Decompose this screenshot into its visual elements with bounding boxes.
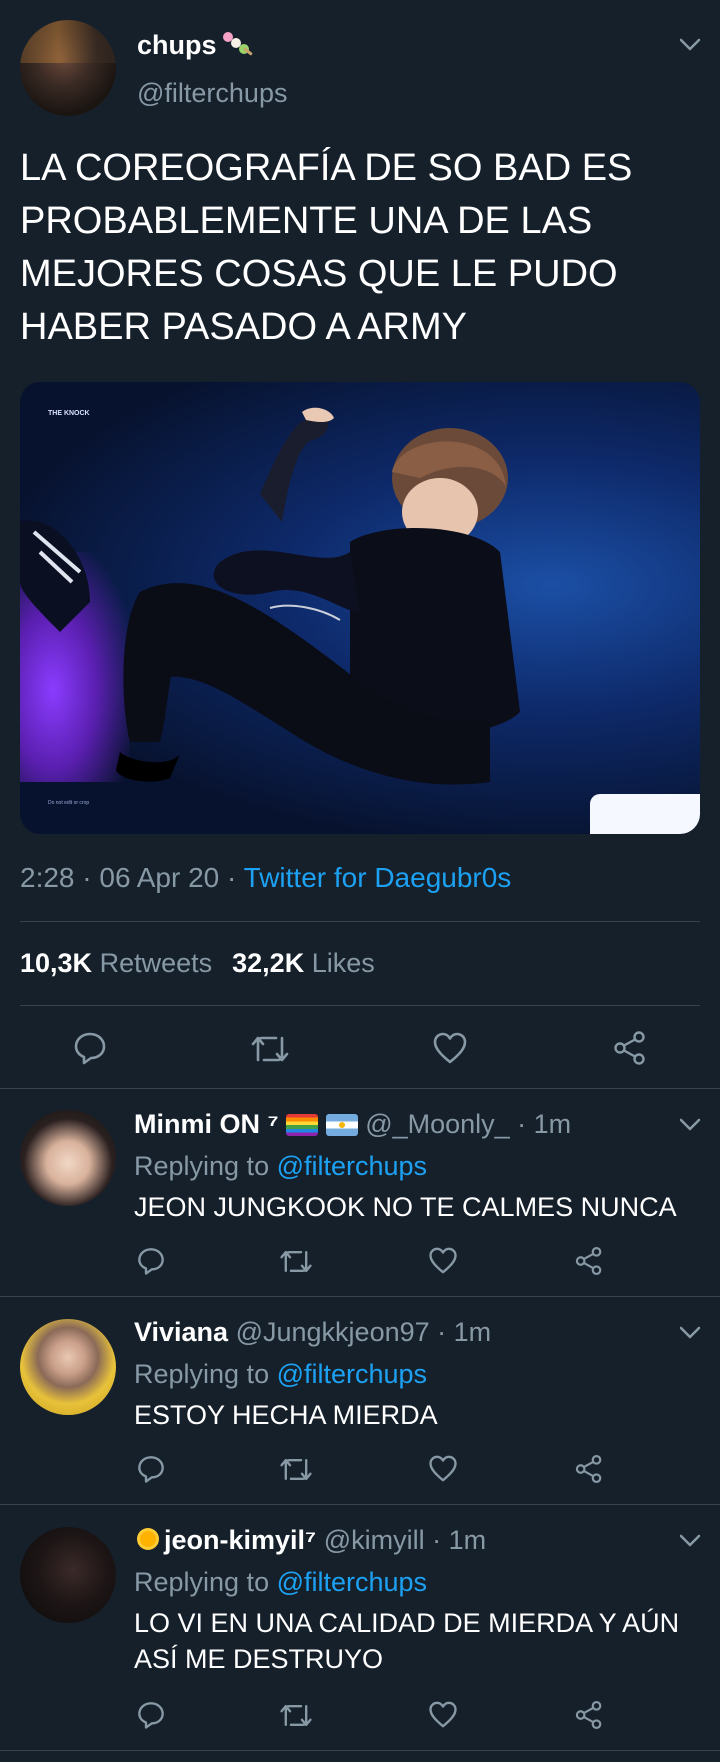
- argentina-flag-icon: [325, 1114, 358, 1136]
- reply-time: · 1m: [429, 1317, 492, 1347]
- author-handle[interactable]: @kimyill: [324, 1525, 425, 1555]
- tweet-actions: [0, 1020, 720, 1076]
- reply-text: ESTOY HECHA MIERDA: [134, 1400, 438, 1430]
- divider: [20, 921, 700, 922]
- reply-text: JEON JUNGKOOK NO TE CALMES NUNCA: [134, 1192, 677, 1222]
- divider: [0, 1504, 720, 1505]
- chevron-down-icon[interactable]: [677, 1115, 703, 1135]
- author-name[interactable]: jeon-kimyil⁷: [164, 1525, 316, 1555]
- reply-text: LO VI EN UNA CALIDAD DE MIERDA Y AÚN ASÍ…: [134, 1608, 680, 1674]
- chevron-down-icon[interactable]: [677, 1323, 703, 1343]
- tweet-photo[interactable]: THE KNOCK Do not edit or crop: [20, 382, 700, 834]
- mention-link[interactable]: @filterchups: [277, 1151, 427, 1181]
- share-icon[interactable]: [574, 1454, 604, 1484]
- dango-icon: [221, 30, 253, 56]
- divider: [20, 1005, 700, 1006]
- mention-link[interactable]: @filterchups: [277, 1567, 427, 1597]
- performer-figure: [20, 407, 520, 785]
- retweet-icon[interactable]: [279, 1247, 313, 1276]
- author-name[interactable]: chups: [137, 30, 253, 61]
- mention-link[interactable]: @filterchups: [277, 1359, 427, 1389]
- tweet-meta: 2:28 · 06 Apr 20 · Twitter for Daegubr0s: [20, 862, 511, 894]
- author-name[interactable]: Viviana: [134, 1317, 228, 1347]
- replying-to: Replying to @filterchups: [134, 1151, 428, 1181]
- sun-icon: [134, 1525, 162, 1553]
- chevron-down-icon[interactable]: [677, 1531, 703, 1551]
- reply-time: · 1m: [424, 1525, 487, 1555]
- reply-header: Viviana @Jungkkjeon97 · 1m: [134, 1317, 491, 1348]
- avatar[interactable]: [20, 20, 116, 116]
- author-handle[interactable]: @Jungkkjeon97: [236, 1317, 430, 1347]
- tweet-source[interactable]: Twitter for Daegubr0s: [244, 862, 512, 893]
- reply-icon[interactable]: [136, 1700, 166, 1730]
- likes-stat[interactable]: 32,2K Likes: [232, 948, 375, 978]
- chevron-down-icon[interactable]: [677, 35, 703, 55]
- reply-icon[interactable]: [136, 1246, 166, 1276]
- divider: [0, 1296, 720, 1297]
- retweet-icon[interactable]: [279, 1701, 313, 1730]
- reply-icon[interactable]: [136, 1454, 166, 1484]
- photo-watermark: THE KNOCK: [48, 410, 90, 417]
- reply-header: jeon-kimyil⁷ @kimyill · 1m: [134, 1525, 486, 1556]
- like-icon[interactable]: [432, 1031, 468, 1065]
- tweet-timestamp: 2:28 · 06 Apr 20 ·: [20, 862, 244, 893]
- tweet-text: LA COREOGRAFÍA DE SO BAD ES PROBABLEMENT…: [20, 147, 633, 348]
- avatar[interactable]: [20, 1527, 116, 1623]
- divider: [0, 1088, 720, 1089]
- avatar[interactable]: [20, 1319, 116, 1415]
- reply-time: · 1m: [509, 1109, 572, 1139]
- rainbow-icon: [286, 1114, 319, 1136]
- photo-credit: Do not edit or crop: [48, 800, 90, 806]
- divider: [0, 1750, 720, 1751]
- share-icon[interactable]: [574, 1246, 604, 1276]
- replying-to: Replying to @filterchups: [134, 1567, 428, 1597]
- like-icon[interactable]: [428, 1246, 458, 1275]
- like-icon[interactable]: [428, 1700, 458, 1729]
- tweet-thread: chups @filterchups LA COREOGRAFÍA DE SO …: [0, 0, 720, 1762]
- retweets-stat[interactable]: 10,3K Retweets: [20, 948, 212, 978]
- author-handle[interactable]: @_Moonly_: [365, 1109, 509, 1139]
- author-handle[interactable]: @filterchups: [137, 78, 287, 109]
- like-icon[interactable]: [428, 1454, 458, 1483]
- tweet-stats: 10,3K Retweets 32,2K Likes: [20, 948, 375, 979]
- share-icon[interactable]: [574, 1700, 604, 1730]
- share-icon[interactable]: [612, 1030, 648, 1066]
- author-name[interactable]: Minmi ON ⁷: [134, 1109, 279, 1139]
- reply-icon[interactable]: [72, 1030, 108, 1066]
- reply-header: Minmi ON ⁷ @_Moonly_ · 1m: [134, 1109, 571, 1140]
- retweet-icon[interactable]: [279, 1455, 313, 1484]
- avatar[interactable]: [20, 1110, 116, 1206]
- retweet-icon[interactable]: [250, 1032, 290, 1066]
- replying-to: Replying to @filterchups: [134, 1359, 428, 1389]
